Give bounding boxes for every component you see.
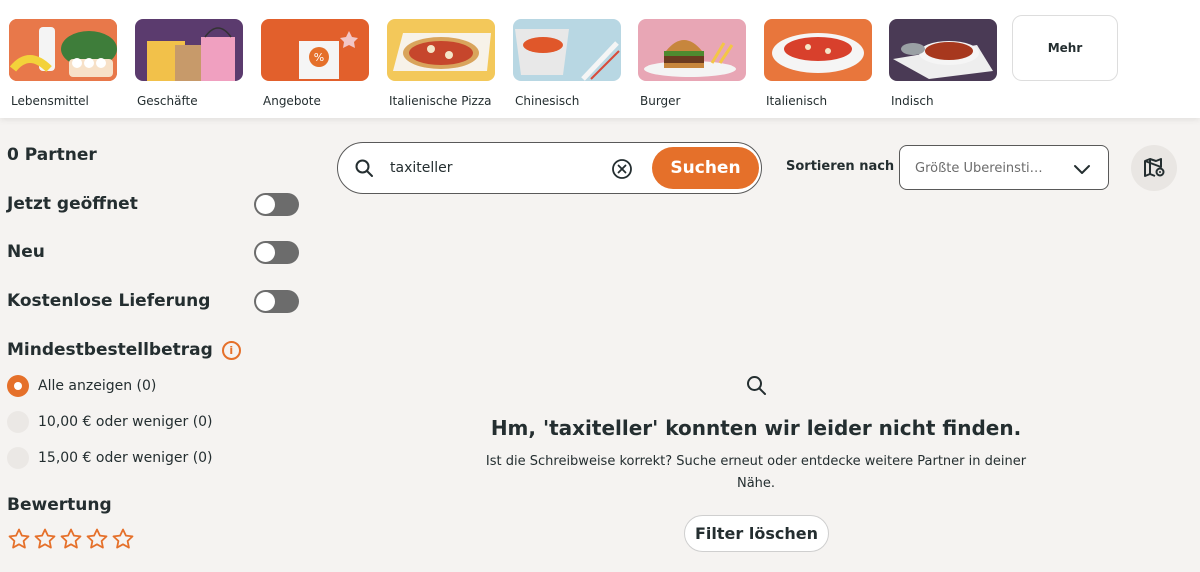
radio-label: Alle anzeigen (0) <box>38 378 157 394</box>
category-burger[interactable]: Burger <box>638 19 746 108</box>
search-icon <box>355 159 373 177</box>
curry-image <box>889 19 997 81</box>
map-icon <box>1144 158 1165 177</box>
category-label: Indisch <box>891 94 934 108</box>
clear-filters-button[interactable]: Filter löschen <box>684 515 829 552</box>
sort-label: Sortieren nach <box>786 159 895 174</box>
category-label: Burger <box>640 94 681 108</box>
sort-dropdown[interactable]: Größte Übereinstimmung <box>899 145 1109 190</box>
search-bar: Suchen <box>337 142 762 194</box>
category-angebote[interactable]: % Angebote <box>261 19 369 108</box>
svg-text:%: % <box>314 51 324 64</box>
filter-sidebar: 0 Partner Jetzt geöffnet Neu Kostenlose … <box>0 118 320 572</box>
star-icon[interactable] <box>7 527 31 551</box>
search-icon <box>747 376 766 395</box>
empty-state-text: Ist die Schreibweise korrekt? Suche erne… <box>485 454 1027 491</box>
min-order-option-all[interactable]: Alle anzeigen (0) <box>7 374 156 398</box>
radio-label: 10,00 € oder weniger (0) <box>38 414 213 430</box>
radio-button[interactable] <box>7 411 29 433</box>
category-label: Italienische Pizza <box>389 94 492 108</box>
category-chinesisch[interactable]: Chinesisch <box>513 19 621 108</box>
category-label: Geschäfte <box>137 94 198 108</box>
category-label: Italienisch <box>766 94 828 108</box>
rating-stars <box>7 527 135 551</box>
radio-button[interactable] <box>7 447 29 469</box>
min-order-section: Mindestbestellbetrag i <box>7 340 241 360</box>
sort-selected-value: Größte Übereinstimmung <box>915 161 1055 176</box>
search-button[interactable]: Suchen <box>652 147 759 189</box>
open-now-toggle[interactable] <box>254 192 299 216</box>
filter-label: Jetzt geöffnet <box>7 194 138 214</box>
new-toggle[interactable] <box>254 240 299 264</box>
filter-label: Neu <box>7 242 45 262</box>
category-lebensmittel[interactable]: Lebensmittel <box>9 19 117 108</box>
filter-free-delivery: Kostenlose Lieferung <box>7 289 299 313</box>
radio-label: 15,00 € oder weniger (0) <box>38 450 213 466</box>
burger-image <box>638 19 746 81</box>
category-label: Chinesisch <box>515 94 580 108</box>
partner-count: 0 Partner <box>7 145 97 165</box>
rating-title: Bewertung <box>7 495 112 515</box>
filter-open-now: Jetzt geöffnet <box>7 192 299 216</box>
map-view-button[interactable] <box>1131 145 1177 191</box>
star-icon[interactable] <box>59 527 83 551</box>
min-order-option-10[interactable]: 10,00 € oder weniger (0) <box>7 410 213 434</box>
radio-button[interactable] <box>7 375 29 397</box>
clear-search-icon[interactable] <box>611 158 633 180</box>
category-italienisch[interactable]: Italienisch <box>764 19 872 108</box>
category-label: Lebensmittel <box>11 94 89 108</box>
min-order-title: Mindestbestellbetrag <box>7 340 213 360</box>
category-indisch[interactable]: Indisch <box>889 19 997 108</box>
groceries-image <box>9 19 117 81</box>
toggle-knob <box>256 242 275 262</box>
filter-new: Neu <box>7 240 299 264</box>
star-icon[interactable] <box>111 527 135 551</box>
pizza-image <box>387 19 495 81</box>
category-label: Angebote <box>263 94 321 108</box>
toggle-knob <box>256 291 275 311</box>
category-strip: Lebensmittel Geschäfte % Angebote Italie… <box>0 0 1200 118</box>
free-delivery-toggle[interactable] <box>254 289 299 313</box>
star-icon[interactable] <box>85 527 109 551</box>
more-categories-button[interactable]: Mehr <box>1012 15 1118 81</box>
toggle-knob <box>256 194 275 214</box>
star-icon[interactable] <box>33 527 57 551</box>
chevron-down-icon <box>1074 165 1090 174</box>
category-geschaefte[interactable]: Geschäfte <box>135 19 243 108</box>
min-order-option-15[interactable]: 15,00 € oder weniger (0) <box>7 446 213 470</box>
empty-state-title: Hm, 'taxiteller' konnten wir leider nich… <box>490 416 1022 440</box>
info-icon[interactable]: i <box>221 340 241 360</box>
rating-section: Bewertung <box>7 495 112 515</box>
filter-label: Kostenlose Lieferung <box>7 291 211 311</box>
offer-bag-image: % <box>261 19 369 81</box>
chinese-box-image <box>513 19 621 81</box>
shopping-bags-image <box>135 19 243 81</box>
search-input[interactable] <box>390 157 600 179</box>
empty-state: Hm, 'taxiteller' konnten wir leider nich… <box>480 374 1032 495</box>
category-italienische-pizza[interactable]: Italienische Pizza <box>387 19 495 108</box>
pasta-image <box>764 19 872 81</box>
